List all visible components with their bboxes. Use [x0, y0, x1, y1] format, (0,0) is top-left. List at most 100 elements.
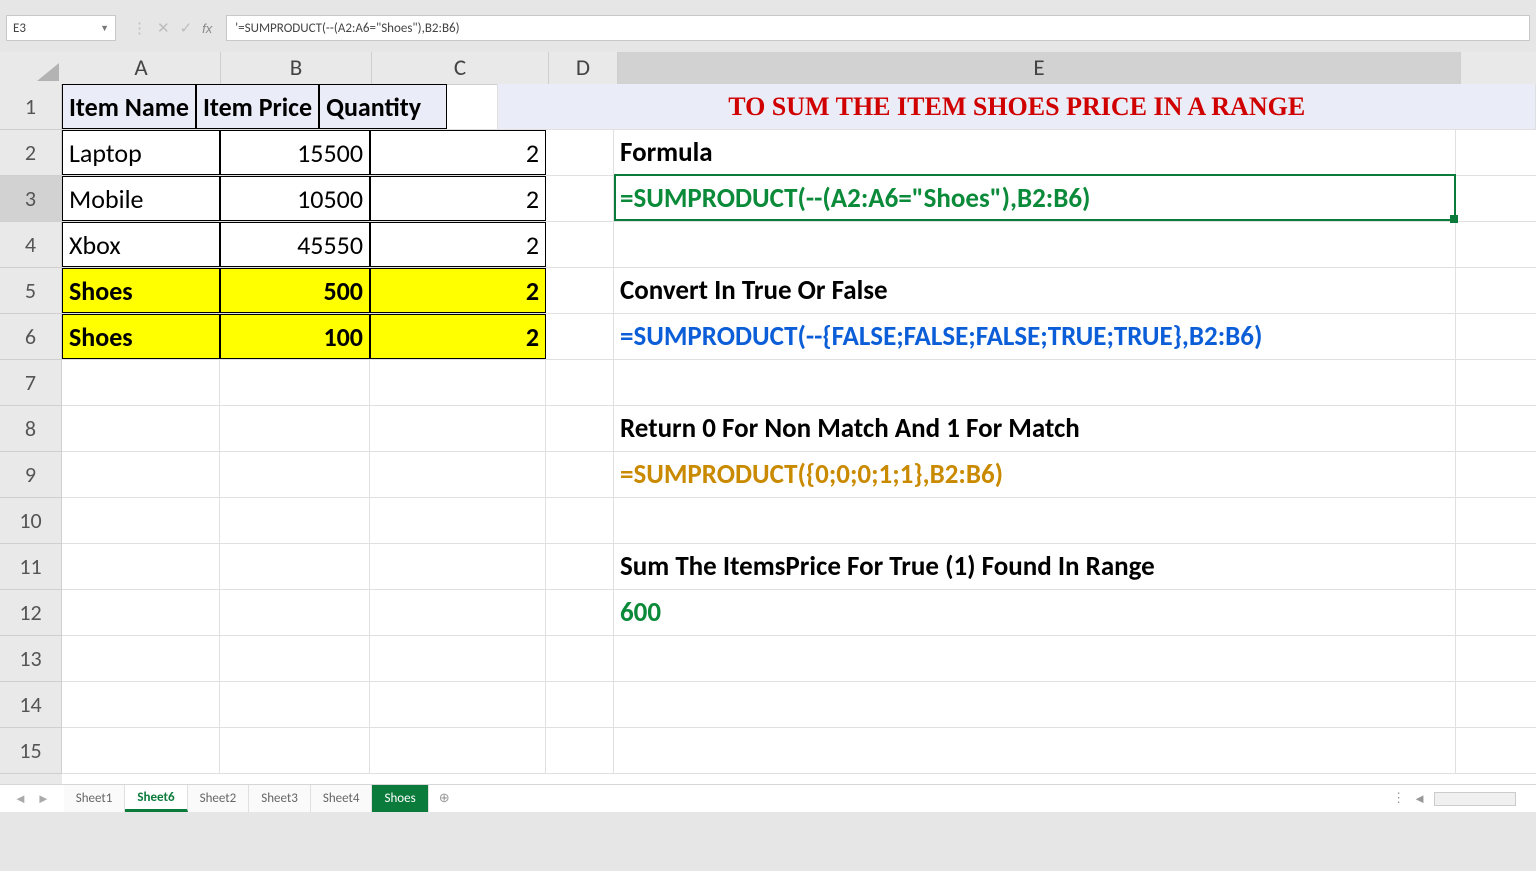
row-header-13[interactable]: 13 — [0, 636, 62, 682]
cell-D2[interactable] — [546, 130, 614, 175]
cell-C1[interactable]: Quantity — [319, 84, 447, 129]
cell-C15[interactable] — [370, 728, 546, 773]
sheet-tab-sheet6[interactable]: Sheet6 — [125, 785, 187, 812]
cell-E5[interactable]: Convert In True Or False — [614, 268, 1456, 313]
cell-A4[interactable]: Xbox — [62, 222, 220, 267]
col-header-A[interactable]: A — [62, 52, 221, 84]
cell-B4[interactable]: 45550 — [220, 222, 370, 267]
cell-B14[interactable] — [220, 682, 370, 727]
cell-D13[interactable] — [546, 636, 614, 681]
cell-A14[interactable] — [62, 682, 220, 727]
cell-B2[interactable]: 15500 — [220, 130, 370, 175]
row-header-14[interactable]: 14 — [0, 682, 62, 728]
row-header-8[interactable]: 8 — [0, 406, 62, 452]
cell-C3[interactable]: 2 — [370, 176, 546, 221]
col-header-C[interactable]: C — [372, 52, 549, 84]
cell-B12[interactable] — [220, 590, 370, 635]
cell-A10[interactable] — [62, 498, 220, 543]
scroll-left-icon[interactable]: ◄ — [1413, 791, 1426, 807]
cell-D6[interactable] — [546, 314, 614, 359]
cell-B3[interactable]: 10500 — [220, 176, 370, 221]
cell-E9[interactable]: =SUMPRODUCT({0;0;0;1;1},B2:B6) — [614, 452, 1456, 497]
cell-B15[interactable] — [220, 728, 370, 773]
cell-D8[interactable] — [546, 406, 614, 451]
cell-B8[interactable] — [220, 406, 370, 451]
cell-D12[interactable] — [546, 590, 614, 635]
cell-B9[interactable] — [220, 452, 370, 497]
cell-A3[interactable]: Mobile — [62, 176, 220, 221]
row-header-7[interactable]: 7 — [0, 360, 62, 406]
cell-E11[interactable]: Sum The ItemsPrice For True (1) Found In… — [614, 544, 1456, 589]
row-header-15[interactable]: 15 — [0, 728, 62, 774]
cell-B5[interactable]: 500 — [220, 268, 370, 313]
cell-D4[interactable] — [546, 222, 614, 267]
cell-E8[interactable]: Return 0 For Non Match And 1 For Match — [614, 406, 1456, 451]
cell-B10[interactable] — [220, 498, 370, 543]
cell-D14[interactable] — [546, 682, 614, 727]
cell-A12[interactable] — [62, 590, 220, 635]
row-header-12[interactable]: 12 — [0, 590, 62, 636]
insert-function-icon[interactable]: fx — [202, 21, 212, 36]
formula-bar-handle-icon[interactable]: ⋮ — [132, 19, 147, 38]
cell-E14[interactable] — [614, 682, 1456, 727]
sheet-tab-shoes[interactable]: Shoes — [372, 785, 428, 812]
cell-C10[interactable] — [370, 498, 546, 543]
cell-A15[interactable] — [62, 728, 220, 773]
scroll-handle-icon[interactable]: ⋮ — [1392, 791, 1405, 806]
cell-C11[interactable] — [370, 544, 546, 589]
row-header-4[interactable]: 4 — [0, 222, 62, 268]
select-all-button[interactable] — [0, 52, 63, 85]
cell-C9[interactable] — [370, 452, 546, 497]
row-header-1[interactable]: 1 — [0, 84, 62, 130]
scroll-track[interactable] — [1434, 792, 1516, 806]
cell-C14[interactable] — [370, 682, 546, 727]
name-box[interactable]: E3 ▼ — [6, 15, 116, 41]
tab-nav-next-icon[interactable]: ► — [37, 791, 50, 807]
row-header-10[interactable]: 10 — [0, 498, 62, 544]
cell-C5[interactable]: 2 — [370, 268, 546, 313]
cell-C2[interactable]: 2 — [370, 130, 546, 175]
row-header-2[interactable]: 2 — [0, 130, 62, 176]
cell-C13[interactable] — [370, 636, 546, 681]
cell-A13[interactable] — [62, 636, 220, 681]
name-box-dropdown-icon[interactable]: ▼ — [100, 23, 109, 34]
row-header-5[interactable]: 5 — [0, 268, 62, 314]
cell-A1[interactable]: Item Name — [62, 84, 196, 129]
cell-E2[interactable]: Formula — [614, 130, 1456, 175]
cell-A6[interactable]: Shoes — [62, 314, 220, 359]
cell-E12[interactable]: 600 — [614, 590, 1456, 635]
cell-A8[interactable] — [62, 406, 220, 451]
cell-A7[interactable] — [62, 360, 220, 405]
sheet-tab-sheet4[interactable]: Sheet4 — [311, 785, 373, 812]
tab-nav-prev-icon[interactable]: ◄ — [14, 791, 27, 807]
cell-C8[interactable] — [370, 406, 546, 451]
add-sheet-button[interactable]: ⊕ — [429, 785, 460, 812]
cell-E7[interactable] — [614, 360, 1456, 405]
cell-B1[interactable]: Item Price — [196, 84, 319, 129]
col-header-B[interactable]: B — [221, 52, 372, 84]
row-header-3[interactable]: 3 — [0, 176, 62, 222]
cell-D1[interactable] — [447, 84, 499, 129]
sheet-tab-sheet3[interactable]: Sheet3 — [249, 785, 311, 812]
row-header-9[interactable]: 9 — [0, 452, 62, 498]
cell-D5[interactable] — [546, 268, 614, 313]
cell-C7[interactable] — [370, 360, 546, 405]
cell-E1[interactable]: TO SUM THE ITEM SHOES PRICE IN A RANGE — [498, 84, 1536, 129]
cell-A5[interactable]: Shoes — [62, 268, 220, 313]
cell-E4[interactable] — [614, 222, 1456, 267]
cell-B7[interactable] — [220, 360, 370, 405]
cell-A11[interactable] — [62, 544, 220, 589]
cell-A9[interactable] — [62, 452, 220, 497]
cell-A2[interactable]: Laptop — [62, 130, 220, 175]
cell-E6[interactable]: =SUMPRODUCT(--{FALSE;FALSE;FALSE;TRUE;TR… — [614, 314, 1456, 359]
cell-B11[interactable] — [220, 544, 370, 589]
cell-D11[interactable] — [546, 544, 614, 589]
cell-D7[interactable] — [546, 360, 614, 405]
cell-D9[interactable] — [546, 452, 614, 497]
row-header-11[interactable]: 11 — [0, 544, 62, 590]
col-header-E[interactable]: E — [618, 52, 1461, 84]
sheet-tab-sheet2[interactable]: Sheet2 — [188, 785, 250, 812]
cell-E10[interactable] — [614, 498, 1456, 543]
cell-B6[interactable]: 100 — [220, 314, 370, 359]
cancel-icon[interactable]: ✕ — [157, 19, 170, 38]
